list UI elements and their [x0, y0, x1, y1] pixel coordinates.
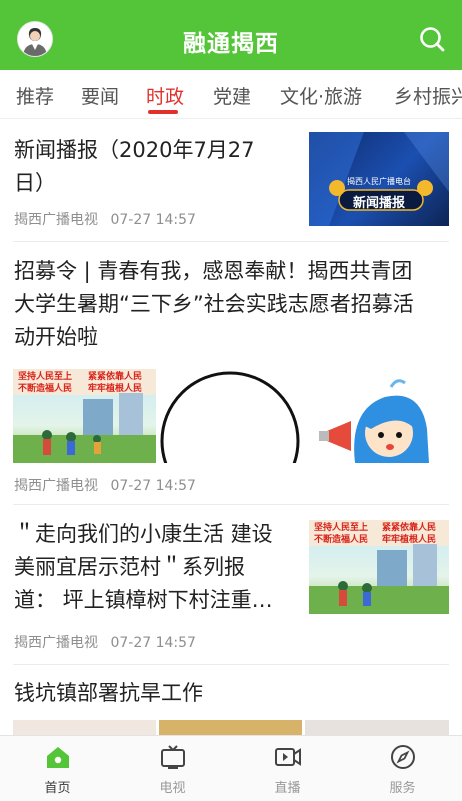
news-thumbnail[interactable]: [159, 720, 302, 735]
live-icon: [275, 748, 301, 766]
tv-icon: [161, 745, 185, 769]
news-source: 揭西广播电视: [14, 212, 98, 228]
divider: [13, 504, 449, 505]
news-time: 07-27 14:57: [110, 635, 196, 651]
news-time: 07-27 14:57: [110, 212, 196, 228]
tab-party-building[interactable]: 党建: [213, 82, 251, 109]
nav-live[interactable]: 直播: [230, 736, 345, 801]
news-meta: 揭西广播电视 07-27 14:57: [14, 475, 196, 495]
news-thumbnail[interactable]: 坚持人民至上 不断造福人民 紧紧依靠人民 牢牢植根人民: [13, 369, 156, 463]
compass-icon: [391, 745, 415, 769]
nav-home-label: 首页: [44, 781, 71, 796]
nav-services-label: 服务: [389, 781, 416, 796]
news-time: 07-27 14:57: [110, 478, 196, 494]
bottom-navigation: 首页 电视 直播 服务: [0, 735, 462, 801]
thumbnail-slogan-right: 紧紧依靠人民 牢牢植根人民: [382, 523, 437, 545]
news-thumbnail[interactable]: [305, 369, 449, 463]
nav-tv-label: 电视: [159, 781, 186, 796]
thumbnail-slogan-left: 坚持人民至上 不断造福人民: [314, 523, 369, 545]
news-source: 揭西广播电视: [14, 478, 98, 494]
news-title: 新闻播报（2020年7月27 日）: [14, 138, 255, 195]
news-feed[interactable]: 新闻播报（2020年7月27 日） 揭西广播电视 07-27 14:57 揭西人…: [0, 119, 462, 735]
news-title: ＂走向我们的小康生活 建设 美丽宜居示范村＂系列报 道： 坪上镇樟树下村注重…: [14, 522, 273, 612]
news-thumbnail[interactable]: [13, 720, 156, 735]
news-thumbnail[interactable]: [159, 369, 302, 463]
tab-culture-tourism[interactable]: 文化·旅游: [280, 82, 362, 109]
news-meta: 揭西广播电视 07-27 14:57: [14, 209, 196, 229]
nav-tv[interactable]: 电视: [115, 736, 230, 801]
tab-rural-revitalization[interactable]: 乡村振兴: [394, 82, 462, 109]
tab-politics[interactable]: 时政: [146, 82, 184, 109]
news-title: 钱坑镇部署抗旱工作: [14, 681, 203, 705]
search-icon[interactable]: [417, 24, 447, 54]
app-header: 融通揭西: [0, 0, 462, 70]
tab-recommend[interactable]: 推荐: [16, 82, 54, 109]
thumbnail-slogan-right: 紧紧依靠人民 牢牢植根人民: [88, 372, 143, 394]
news-meta: 揭西广播电视 07-27 14:57: [14, 632, 196, 652]
news-source: 揭西广播电视: [14, 635, 98, 651]
tab-headlines[interactable]: 要闻: [81, 82, 119, 109]
thumbnail-station-text: 揭西人民广播电台: [347, 177, 411, 186]
category-tabs: 推荐 要闻 时政 党建 文化·旅游 乡村振兴: [0, 70, 462, 119]
nav-live-label: 直播: [274, 781, 301, 796]
nav-services[interactable]: 服务: [345, 736, 460, 801]
home-icon: [47, 747, 69, 768]
news-title: 招募令 | 青春有我，感恩奉献！揭西共青团 大学生暑期“三下乡”社会实践志愿者招…: [14, 259, 414, 349]
divider: [13, 241, 449, 242]
thumbnail-slogan-left: 坚持人民至上 不断造福人民: [18, 372, 73, 394]
thumbnail-show-text: 新闻播报: [352, 196, 405, 211]
nav-home[interactable]: 首页: [0, 736, 115, 801]
news-thumbnail[interactable]: 坚持人民至上 不断造福人民 紧紧依靠人民 牢牢植根人民: [309, 520, 449, 614]
app-title: 融通揭西: [183, 31, 279, 57]
active-tab-indicator: [148, 110, 178, 114]
news-thumbnail[interactable]: 揭西人民广播电台 新闻播报: [309, 132, 449, 226]
divider: [13, 664, 449, 665]
news-thumbnail[interactable]: [305, 720, 449, 735]
